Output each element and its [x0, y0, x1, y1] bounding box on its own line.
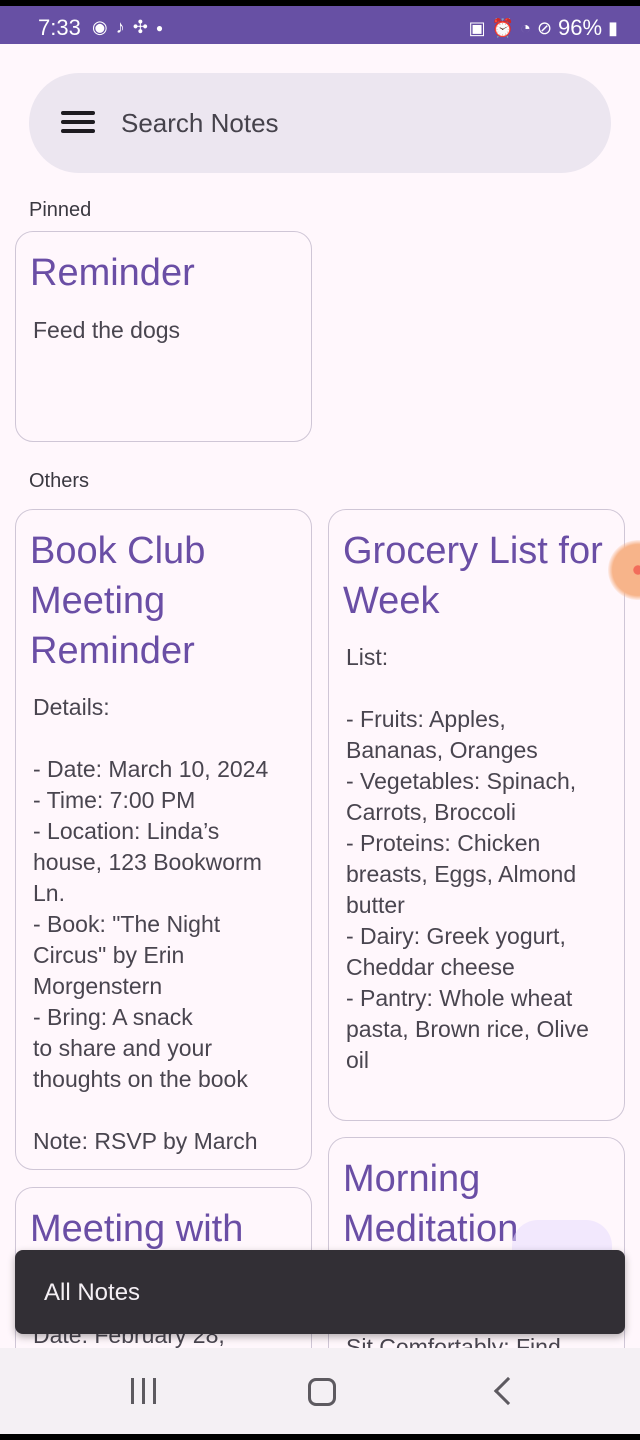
messenger-icon: ◉: [92, 17, 108, 37]
pinned-label: Pinned: [29, 199, 92, 221]
note-title: Reminder: [30, 252, 195, 294]
search-bar[interactable]: Search Notes: [29, 73, 611, 173]
status-time: 7:33: [38, 15, 81, 40]
pinwheel-icon: ✣: [132, 17, 148, 37]
note-body: Feed the dogs: [33, 317, 181, 343]
menu-icon[interactable]: [61, 109, 95, 137]
note-title: Grocery List for Week: [343, 530, 603, 622]
note-card[interactable]: Grocery List for Week List: - Fruits: Ap…: [328, 509, 625, 1121]
note-card[interactable]: Reminder Feed the dogs: [15, 231, 312, 442]
wifi-icon: ◔: [520, 17, 531, 38]
snackbar: All Notes: [15, 1250, 625, 1334]
home-icon[interactable]: [308, 1378, 336, 1406]
battery-icon: ▮: [608, 17, 618, 38]
notification-icons: ◉ ♪ ✣ ●: [92, 17, 163, 38]
note-body: List: - Fruits: Apples, Bananas, Oranges…: [346, 644, 589, 1073]
dot-icon: ●: [155, 21, 164, 35]
note-title: Book Club Meeting Reminder: [30, 530, 206, 672]
dnd-icon: ⊘: [536, 17, 553, 38]
status-bar: 7:33 ◉ ♪ ✣ ● ▣ ⏰ ◔ ⊘ 96% ▮: [0, 0, 640, 44]
note-body: Details: - Date: March 10, 2024 - Time: …: [33, 694, 269, 1154]
navigation-bar: [0, 1348, 640, 1434]
screen-edge: [0, 1434, 640, 1440]
search-input[interactable]: Search Notes: [121, 108, 279, 139]
system-icons: ▣ ⏰ ◔ ⊘ 96% ▮: [469, 15, 618, 41]
snackbar-text: All Notes: [44, 1279, 141, 1306]
alarm-icon: ⏰: [491, 17, 515, 38]
battery-level: 96%: [558, 15, 603, 40]
lock-icon: ▣: [468, 17, 486, 38]
back-icon[interactable]: [493, 1376, 523, 1406]
tiktok-icon: ♪: [115, 17, 125, 37]
others-label: Others: [29, 470, 90, 492]
note-card[interactable]: Book Club Meeting Reminder Details: - Da…: [15, 509, 312, 1170]
recents-icon[interactable]: [128, 1378, 160, 1404]
